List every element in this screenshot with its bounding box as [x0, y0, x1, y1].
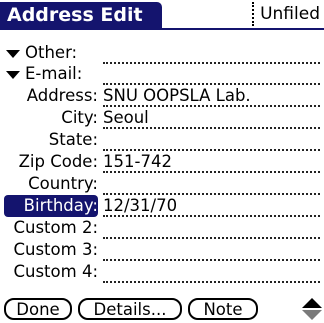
title-rule: [0, 28, 324, 30]
scroll-down-arrow-icon[interactable]: [302, 310, 322, 320]
field-row-birthday: Birthday: 12/31/70: [0, 195, 324, 217]
scroll-up-arrow-icon[interactable]: [302, 298, 322, 308]
field-row-state: State:: [0, 129, 324, 151]
field-value-address[interactable]: SNU OOPSLA Lab.: [103, 85, 320, 107]
field-value-custom-4[interactable]: [103, 261, 320, 283]
field-label-custom-4: Custom 4:: [13, 262, 98, 281]
field-row-address: Address: SNU OOPSLA Lab.: [0, 85, 324, 107]
field-label-country: Country:: [28, 174, 98, 193]
field-value-email[interactable]: [103, 63, 320, 85]
field-label-zip: Zip Code:: [18, 152, 98, 171]
field-row-country: Country:: [0, 173, 324, 195]
field-label-email[interactable]: E-mail:: [25, 63, 82, 85]
field-row-custom-3: Custom 3:: [0, 239, 324, 261]
field-value-custom-3[interactable]: [103, 239, 320, 261]
field-value-birthday[interactable]: 12/31/70: [103, 195, 320, 217]
field-row-custom-2: Custom 2:: [0, 217, 324, 239]
field-row-zip: Zip Code: 151-742: [0, 151, 324, 173]
field-label-state: State:: [48, 130, 98, 149]
note-button[interactable]: Note: [188, 298, 258, 320]
field-row-city: City: Seoul: [0, 107, 324, 129]
field-label-custom-3: Custom 3:: [13, 240, 98, 259]
field-label-address: Address:: [26, 86, 98, 105]
done-button[interactable]: Done: [4, 298, 72, 320]
field-value-city[interactable]: Seoul: [103, 107, 320, 129]
field-value-zip[interactable]: 151-742: [103, 151, 320, 173]
field-label-city: City:: [61, 108, 98, 127]
title-bar: Address Edit Unfiled: [0, 0, 324, 30]
field-label-other[interactable]: Other:: [25, 42, 77, 64]
field-value-state[interactable]: [103, 129, 320, 151]
field-row-other: Other:: [0, 42, 324, 64]
details-button[interactable]: Details...: [78, 298, 182, 320]
field-row-email: E-mail:: [0, 63, 324, 85]
field-value-country[interactable]: [103, 173, 320, 195]
field-label-birthday[interactable]: Birthday:: [0, 195, 98, 217]
field-row-custom-4: Custom 4:: [0, 261, 324, 283]
page-title: Address Edit: [0, 2, 162, 28]
dropdown-triangle-icon[interactable]: [6, 71, 20, 79]
category-selector[interactable]: Unfiled: [252, 2, 322, 26]
field-value-custom-2[interactable]: [103, 217, 320, 239]
field-value-other[interactable]: [103, 42, 320, 64]
dropdown-triangle-icon[interactable]: [6, 50, 20, 58]
field-label-custom-2: Custom 2:: [13, 218, 98, 237]
